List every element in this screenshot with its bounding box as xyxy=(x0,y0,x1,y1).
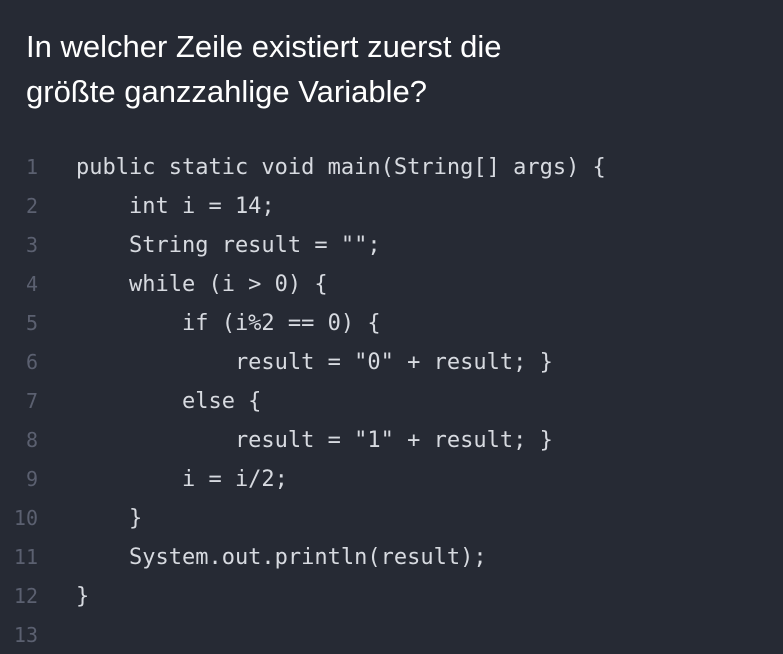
code-text: if (i%2 == 0) { xyxy=(76,311,381,336)
code-line-6[interactable]: 6 result = "0" + result; } xyxy=(0,343,783,382)
line-number: 9 xyxy=(25,467,38,491)
question-text: In welcher Zeile existiert zuerst die gr… xyxy=(26,24,766,114)
line-number: 4 xyxy=(25,272,38,296)
code-text: result = "0" + result; } xyxy=(76,350,553,375)
code-text: } xyxy=(76,584,90,609)
code-line-1[interactable]: 1 public static void main(String[] args)… xyxy=(0,148,783,187)
code-line-9[interactable]: 9 i = i/2; xyxy=(0,460,783,499)
code-text: } xyxy=(76,506,143,531)
line-number: 6 xyxy=(25,350,38,374)
question-line-2: größte ganzzahlige Variable? xyxy=(26,74,427,109)
code-line-10[interactable]: 10 } xyxy=(0,499,783,538)
code-line-3[interactable]: 3 String result = ""; xyxy=(0,226,783,265)
code-line-8[interactable]: 8 result = "1" + result; } xyxy=(0,421,783,460)
code-line-7[interactable]: 7 else { xyxy=(0,382,783,421)
code-text: i = i/2; xyxy=(76,467,288,492)
code-line-2[interactable]: 2 int i = 14; xyxy=(0,187,783,226)
question-line-1: In welcher Zeile existiert zuerst die xyxy=(26,29,502,64)
line-number: 10 xyxy=(13,506,38,530)
line-number: 12 xyxy=(13,584,38,608)
code-text: result = "1" + result; } xyxy=(76,428,553,453)
line-number: 7 xyxy=(25,389,38,413)
line-number: 3 xyxy=(25,233,38,257)
code-text: int i = 14; xyxy=(76,194,275,219)
line-number: 8 xyxy=(25,428,38,452)
code-line-11[interactable]: 11 System.out.println(result); xyxy=(0,538,783,577)
line-number: 11 xyxy=(13,545,38,569)
line-number: 13 xyxy=(13,623,38,647)
line-number: 5 xyxy=(25,311,38,335)
line-number: 2 xyxy=(25,194,38,218)
quiz-page: In welcher Zeile existiert zuerst die gr… xyxy=(0,0,783,654)
code-text: while (i > 0) { xyxy=(76,272,328,297)
code-line-5[interactable]: 5 if (i%2 == 0) { xyxy=(0,304,783,343)
code-text: String result = ""; xyxy=(76,233,381,258)
code-line-13[interactable]: 13 xyxy=(0,616,783,654)
code-text: public static void main(String[] args) { xyxy=(76,155,606,180)
code-line-4[interactable]: 4 while (i > 0) { xyxy=(0,265,783,304)
code-text: System.out.println(result); xyxy=(76,545,487,570)
code-text: else { xyxy=(76,389,262,414)
code-block[interactable]: 1 public static void main(String[] args)… xyxy=(0,148,783,654)
line-number: 1 xyxy=(25,155,38,179)
code-line-12[interactable]: 12 } xyxy=(0,577,783,616)
